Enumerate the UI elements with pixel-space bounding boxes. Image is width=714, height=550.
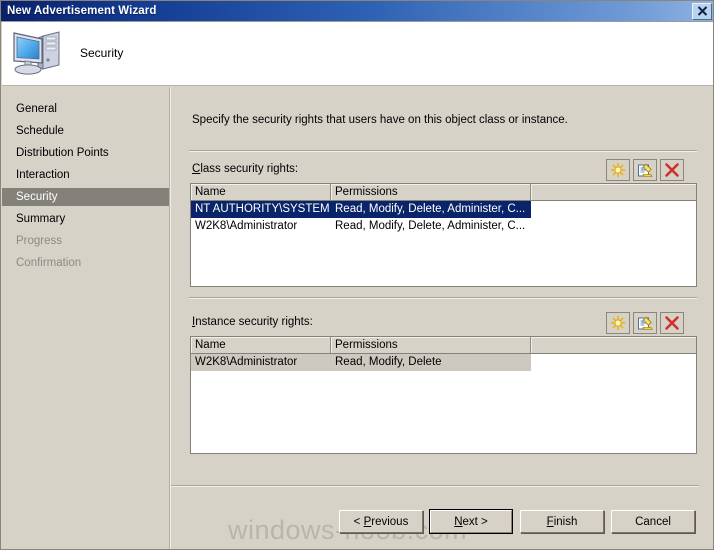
cell-permissions: Read, Modify, Delete [331, 354, 531, 371]
instance-security-rights-label: Instance security rights: [192, 316, 313, 328]
instance-group-separator [189, 297, 697, 299]
cancel-button-label: Cancel [635, 515, 671, 528]
column-header-permissions[interactable]: Permissions [331, 337, 531, 353]
instance-security-listview[interactable]: Name Permissions W2K8\Administrator Read… [190, 336, 697, 454]
previous-button[interactable]: < Previous [339, 510, 423, 533]
next-button[interactable]: Next > [429, 509, 513, 534]
column-header-permissions[interactable]: Permissions [331, 184, 531, 200]
sidebar-item-distribution-points[interactable]: Distribution Points [2, 144, 169, 162]
class-properties-button[interactable] [633, 159, 657, 181]
column-header-blank[interactable] [531, 184, 696, 200]
page-title: Security [80, 46, 124, 60]
class-security-listview[interactable]: Name Permissions NT AUTHORITY\SYSTEM Rea… [190, 183, 697, 287]
cell-name: W2K8\Administrator [191, 354, 331, 371]
new-icon [610, 315, 626, 331]
title-bar: New Advertisement Wizard [1, 1, 713, 22]
class-label-rest: lass security rights: [200, 163, 299, 175]
class-listview-body: NT AUTHORITY\SYSTEM Read, Modify, Delete… [191, 201, 696, 235]
finish-button-label: Finish [546, 515, 578, 528]
footer-separator [171, 485, 699, 487]
instance-delete-button[interactable] [660, 312, 684, 334]
new-icon [610, 162, 626, 178]
instance-new-button[interactable] [606, 312, 630, 334]
instance-properties-button[interactable] [633, 312, 657, 334]
computer-icon [10, 27, 68, 79]
next-button-label: Next > [454, 515, 488, 528]
cell-permissions: Read, Modify, Delete, Administer, C... [331, 201, 531, 218]
sidebar-item-schedule[interactable]: Schedule [2, 122, 169, 140]
table-row[interactable]: W2K8\Administrator Read, Modify, Delete,… [191, 218, 696, 235]
class-security-rights-label: Class security rights: [192, 163, 298, 175]
wizard-content: Specify the security rights that users h… [171, 87, 713, 549]
table-row[interactable]: NT AUTHORITY\SYSTEM Read, Modify, Delete… [191, 201, 696, 218]
window-title: New Advertisement Wizard [7, 5, 157, 17]
instruction-text: Specify the security rights that users h… [192, 114, 568, 126]
close-button[interactable] [692, 2, 712, 20]
wizard-window: New Advertisement Wizard Security Genera… [0, 0, 714, 550]
close-icon [697, 6, 707, 16]
cell-name: NT AUTHORITY\SYSTEM [191, 201, 331, 218]
wizard-sidebar: General Schedule Distribution Points Int… [2, 87, 169, 549]
previous-button-label: < Previous [353, 515, 409, 528]
properties-icon [638, 316, 653, 330]
column-header-blank[interactable] [531, 337, 696, 353]
column-header-name[interactable]: Name [191, 184, 331, 200]
class-delete-button[interactable] [660, 159, 684, 181]
table-row[interactable]: W2K8\Administrator Read, Modify, Delete [191, 354, 696, 371]
class-listview-header: Name Permissions [191, 184, 696, 201]
wizard-header: Security [2, 22, 713, 86]
instance-listview-body: W2K8\Administrator Read, Modify, Delete [191, 354, 696, 371]
sidebar-item-security[interactable]: Security [2, 188, 169, 206]
instance-label-rest: nstance security rights: [195, 316, 313, 328]
column-header-name[interactable]: Name [191, 337, 331, 353]
sidebar-item-interaction[interactable]: Interaction [2, 166, 169, 184]
cell-name: W2K8\Administrator [195, 220, 298, 232]
class-group-separator [189, 150, 697, 152]
sidebar-item-general[interactable]: General [2, 100, 169, 118]
sidebar-item-progress: Progress [16, 235, 63, 247]
next-button-inner: Next > [430, 510, 512, 533]
class-new-button[interactable] [606, 159, 630, 181]
sidebar-item-confirmation: Confirmation [16, 257, 82, 269]
sidebar-nav-list: General Schedule Distribution Points Int… [2, 87, 169, 272]
cancel-button[interactable]: Cancel [611, 510, 695, 533]
delete-icon [665, 316, 679, 330]
properties-icon [638, 163, 653, 177]
cell-permissions: Read, Modify, Delete, Administer, C... [335, 220, 526, 232]
instance-listview-header: Name Permissions [191, 337, 696, 354]
finish-button[interactable]: Finish [520, 510, 604, 533]
sidebar-item-summary[interactable]: Summary [2, 210, 169, 228]
delete-icon [665, 163, 679, 177]
